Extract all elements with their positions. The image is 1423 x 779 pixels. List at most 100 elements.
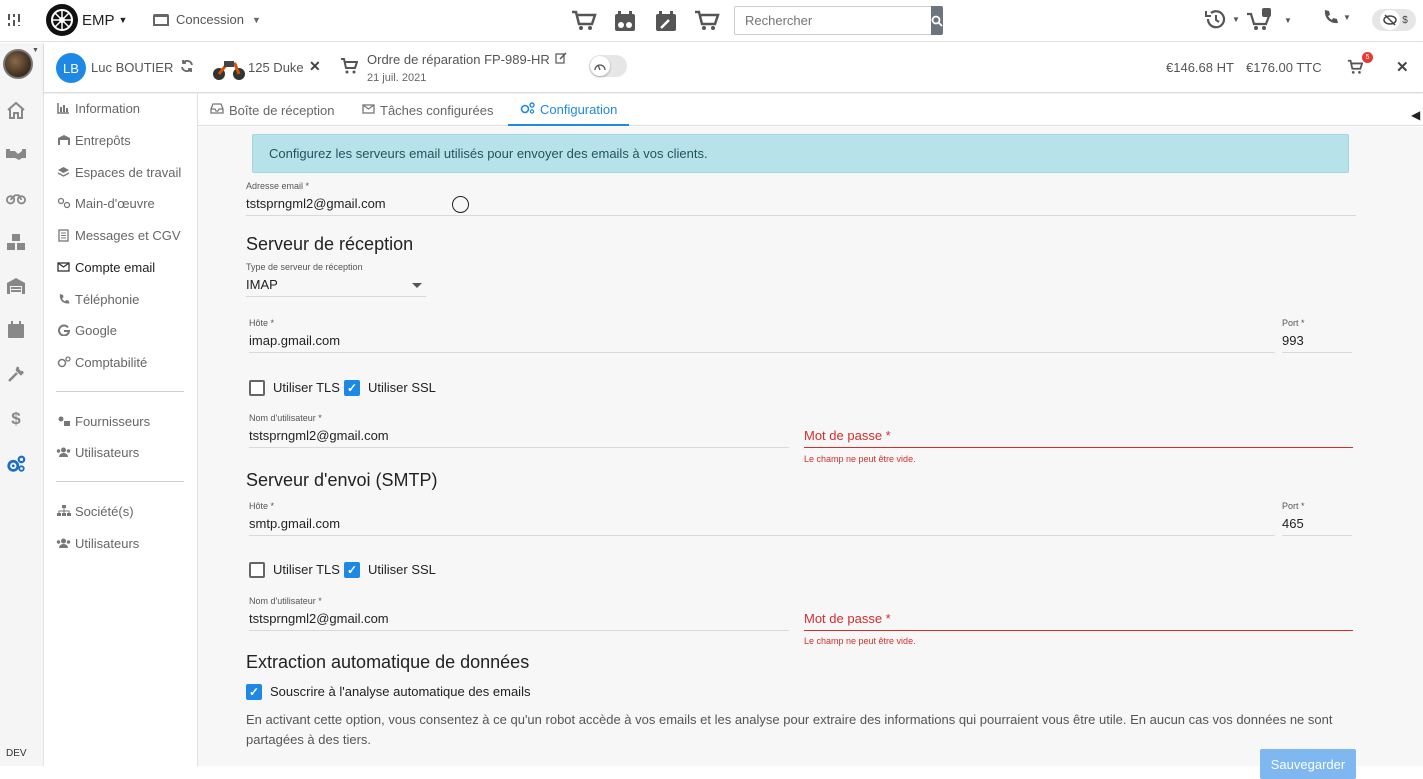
order-cart-icon[interactable] [1347, 59, 1364, 78]
nav-item-comptabilite[interactable]: Comptabilité [56, 352, 147, 372]
host-underline [249, 535, 1275, 536]
nav-item-utilisateurs[interactable]: Utilisateurs [56, 442, 139, 462]
nav-item-messages[interactable]: Messages et CGV [56, 225, 181, 245]
chevron-down-icon: ▼ [32, 47, 39, 54]
email-field[interactable]: tstsprngml2@gmail.com [246, 196, 386, 211]
subscribe-checkbox[interactable]: ✓ [246, 684, 262, 700]
outgoing-user-field[interactable]: tstsprngml2@gmail.com [249, 611, 389, 626]
customer-name[interactable]: Luc BOUTIER [91, 60, 173, 75]
search-input[interactable] [734, 6, 931, 35]
incoming-user-field[interactable]: tstsprngml2@gmail.com [249, 428, 389, 443]
close-icon[interactable]: ✕ [1396, 58, 1409, 76]
home-icon[interactable] [6, 100, 26, 120]
privacy-toggle[interactable]: $ [1372, 9, 1416, 31]
boxes-icon[interactable] [6, 232, 26, 252]
order-title[interactable]: Ordre de réparation FP-989-HR [367, 52, 567, 67]
remove-vehicle-icon[interactable]: ✕ [309, 58, 321, 75]
nav-divider [56, 391, 184, 392]
outgoing-port-field[interactable]: 465 [1282, 516, 1304, 531]
incoming-password-error: Le champ ne peut être vide. [804, 454, 916, 464]
search-bar [734, 6, 943, 35]
search-button[interactable] [931, 6, 943, 35]
nav-divider [56, 481, 184, 482]
nav-item-main-oeuvre[interactable]: Main-d'œuvre [56, 193, 155, 213]
warehouse-icon [56, 133, 71, 147]
nav-item-entrepots[interactable]: Entrepôts [56, 130, 131, 150]
incoming-server-title: Serveur de réception [246, 234, 414, 254]
cogs-icon[interactable] [6, 454, 26, 474]
cart-icon[interactable] [570, 8, 597, 33]
incoming-host-field[interactable]: imap.gmail.com [249, 333, 340, 348]
nav-item-compte-email[interactable]: Compte email [56, 257, 155, 277]
order-toggle[interactable] [589, 55, 627, 77]
nav-item-label: Téléphonie [75, 291, 140, 307]
calendar-wrench-icon[interactable] [652, 8, 679, 33]
phone-icon[interactable]: ▼ [1322, 8, 1351, 26]
nav-item-societes[interactable]: Société(s) [56, 501, 134, 521]
host-underline [249, 352, 1275, 353]
app-name: EMP [82, 11, 115, 29]
wrench-icon[interactable] [6, 364, 26, 384]
incoming-tls-label: Utiliser TLS [273, 380, 340, 395]
subscribe-label: Souscrire à l'analyse automatique des em… [270, 684, 531, 699]
vehicle-thumbnail[interactable] [212, 53, 246, 83]
suppliers-icon [56, 414, 71, 428]
email-underline [246, 215, 1356, 216]
extraction-description: En activant cette option, vous consentez… [246, 712, 1333, 747]
incoming-port-field[interactable]: 993 [1282, 333, 1304, 348]
warehouse-icon[interactable] [6, 276, 26, 296]
chevron-down-icon: ▼ [1232, 14, 1240, 24]
sync-icon[interactable] [180, 59, 194, 76]
app-logo[interactable]: EMP ▼ [46, 4, 127, 36]
motorcycle-icon[interactable] [6, 188, 26, 208]
password-underline [804, 447, 1353, 448]
calendar-icon[interactable] [6, 320, 26, 340]
concession-selector[interactable]: Concession ▼ [153, 12, 261, 27]
email-label: Adresse email * [246, 181, 310, 191]
tab-boite-reception[interactable]: Boîte de réception [198, 94, 347, 126]
incoming-port-label: Port * [1282, 318, 1305, 328]
collapse-arrow-icon[interactable]: ◀ [1411, 108, 1420, 122]
calendar-bike-icon[interactable] [611, 8, 638, 33]
save-button[interactable]: Sauvegarder [1260, 749, 1356, 779]
tab-configuration[interactable]: Configuration [508, 94, 630, 126]
outgoing-ssl-checkbox[interactable]: ✓ [344, 562, 360, 578]
nav-item-label: Société(s) [75, 503, 134, 519]
nav-item-label: Utilisateurs [75, 535, 140, 551]
nav-item-information[interactable]: Information [56, 98, 140, 118]
concession-label: Concession [176, 12, 244, 27]
mouse-cursor [452, 196, 469, 213]
tab-taches-configurees[interactable]: Tâches configurées [350, 94, 505, 126]
edit-icon[interactable] [555, 52, 567, 67]
outgoing-tls-checkbox[interactable] [249, 562, 265, 578]
eye-slash-icon [1380, 10, 1401, 30]
nav-item-label: Messages et CGV [75, 227, 181, 243]
tab-bar: Boîte de réception Tâches configurées Co… [198, 94, 1423, 126]
customer-avatar[interactable]: LB [56, 53, 86, 83]
handshake-icon[interactable] [6, 144, 26, 164]
dollar-icon[interactable]: $ [6, 409, 26, 429]
cart-bike-icon[interactable] [693, 8, 720, 33]
pin-icon[interactable] [6, 12, 24, 30]
chevron-down-icon[interactable] [412, 283, 422, 288]
history-icon[interactable]: ▼ [1203, 8, 1240, 30]
vehicle-label[interactable]: 125 Duke [248, 60, 304, 75]
user-avatar[interactable] [3, 49, 33, 79]
nav-item-espaces[interactable]: Espaces de travail [56, 162, 181, 182]
nav-item-fournisseurs[interactable]: Fournisseurs [56, 411, 150, 431]
nav-item-label: Espaces de travail [75, 164, 182, 180]
outgoing-password-field[interactable]: Mot de passe * [804, 611, 891, 626]
nav-item-telephonie[interactable]: Téléphonie [56, 289, 139, 309]
incoming-password-field[interactable]: Mot de passe * [804, 428, 891, 443]
context-header: LB Luc BOUTIER 125 Duke ✕ Ordre de répar… [44, 43, 1423, 93]
nav-item-google[interactable]: Google [56, 320, 117, 340]
cart-history-icon[interactable]: ▼ [1246, 8, 1292, 32]
port-underline [1282, 535, 1352, 536]
incoming-tls-checkbox[interactable] [249, 380, 265, 396]
users-icon [56, 536, 71, 550]
incoming-ssl-checkbox[interactable]: ✓ [344, 380, 360, 396]
nav-item-utilisateurs-2[interactable]: Utilisateurs [56, 533, 139, 553]
outgoing-host-field[interactable]: smtp.gmail.com [249, 516, 340, 531]
incoming-type-select[interactable]: IMAP [246, 277, 278, 292]
user-underline [249, 630, 789, 631]
